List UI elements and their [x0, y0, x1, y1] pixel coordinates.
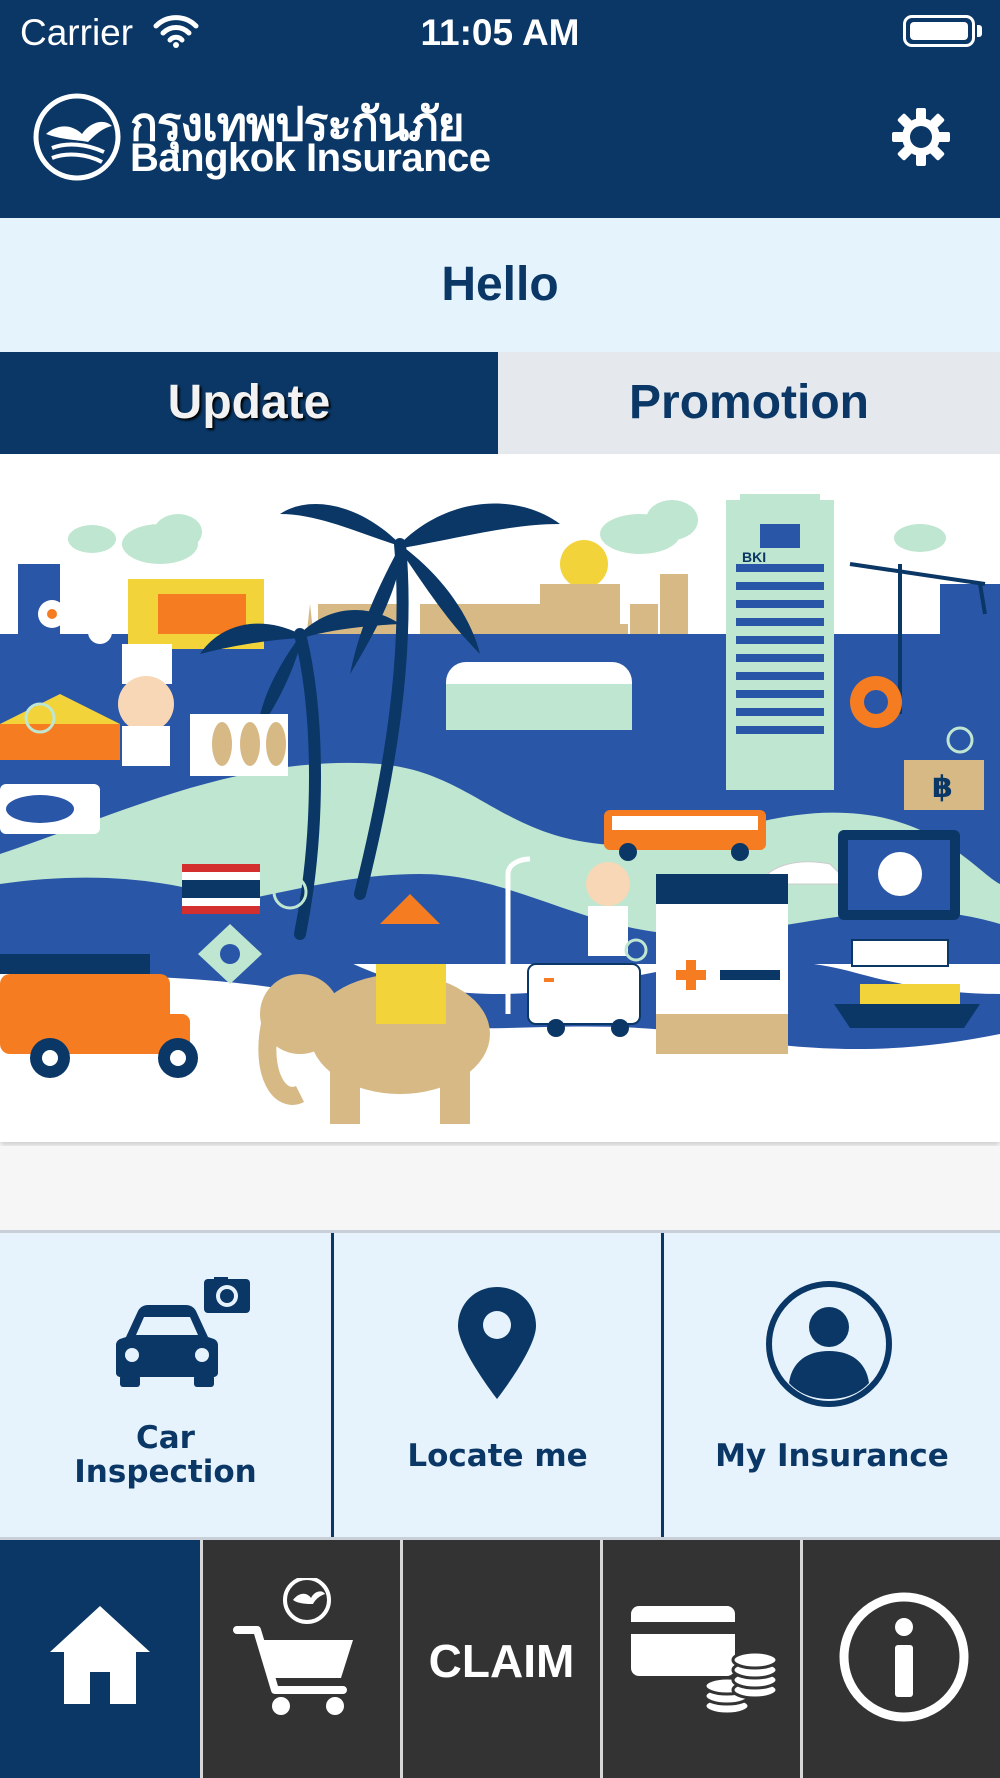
nav-claim[interactable]: CLAIM: [403, 1540, 600, 1778]
thai-flag: [182, 864, 260, 914]
locate-me-label: Locate me: [407, 1438, 588, 1474]
city-illustration: BKI ฿: [0, 494, 1000, 1142]
bki-sign: BKI: [742, 549, 766, 565]
content-tabs: Update Promotion: [0, 352, 1000, 454]
brand-name-english: Bangkok Insurance: [130, 136, 491, 180]
bangkok-city-banner[interactable]: BKI ฿: [0, 454, 1000, 1142]
home-icon: [50, 1606, 150, 1704]
nav-payment[interactable]: [603, 1540, 800, 1778]
my-insurance-label: My Insurance: [715, 1438, 949, 1474]
my-insurance-button[interactable]: My Insurance: [664, 1233, 1000, 1537]
car-inspection-label-2: Inspection: [74, 1454, 257, 1490]
car-inspection-button[interactable]: Car Inspection: [0, 1233, 331, 1537]
bangkok-insurance-logo-icon: [33, 93, 121, 181]
info-icon: [839, 1592, 969, 1722]
user-circle-icon: [766, 1281, 892, 1407]
status-time: 11:05 AM: [420, 12, 580, 53]
sun-icon: [560, 540, 608, 588]
car-inspection-label-1: Car: [136, 1420, 195, 1456]
baht-sign: ฿: [932, 770, 953, 805]
tab-promotion[interactable]: Promotion: [498, 352, 1000, 454]
spacer: [0, 1146, 1000, 1232]
gear-icon[interactable]: [892, 108, 950, 166]
card-coins-icon: [631, 1606, 779, 1716]
bottom-nav: CLAIM: [0, 1540, 1000, 1778]
car-camera-icon: [116, 1277, 250, 1387]
quick-actions: Car Inspection Locate me My Insurance: [0, 1230, 1000, 1540]
nav-home[interactable]: [0, 1540, 200, 1778]
battery-nub: [977, 25, 982, 37]
status-bar: Carrier 11:05 AM: [0, 0, 1000, 70]
greeting-banner: Hello: [0, 218, 1000, 352]
tab-update[interactable]: Update: [0, 352, 498, 454]
claim-label: CLAIM: [428, 1635, 575, 1687]
nav-shop[interactable]: [203, 1540, 400, 1778]
location-pin-icon: [458, 1287, 536, 1399]
app-header: Carrier 11:05 AM กรุงเทพประกันภัย Bangko…: [0, 0, 1000, 218]
battery-icon: [903, 15, 975, 47]
locate-me-button[interactable]: Locate me: [334, 1233, 661, 1537]
nav-info[interactable]: [803, 1540, 1000, 1778]
shopping-cart-icon: [233, 1578, 353, 1715]
